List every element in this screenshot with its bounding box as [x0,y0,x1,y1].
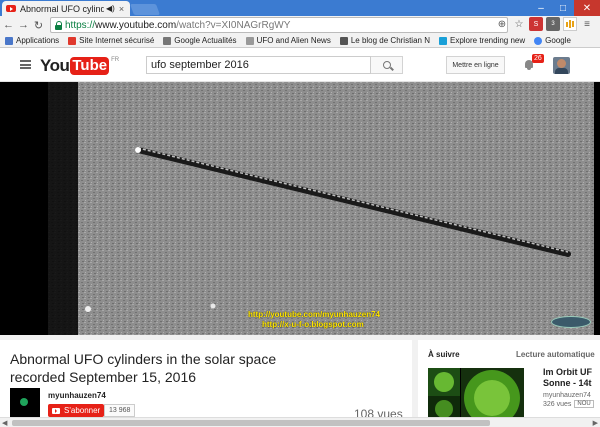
watermark-line-2: http://x-u-f-o.blogspot.com [262,320,364,329]
video-player[interactable]: http://youtube.com/myunhauzen74 http://x… [0,82,600,335]
bookmark-label: Google [545,36,571,45]
youtube-play-icon [52,407,60,414]
bookmark-google[interactable]: Google [534,36,571,45]
search-button[interactable] [371,56,403,74]
video-title: Abnormal UFO cylinders in the solar spac… [10,351,277,385]
bookmark-label: Site Internet sécurisé [79,36,155,45]
menu-icon[interactable]: ≡ [580,17,594,31]
logo-you: You [40,56,70,75]
bookmark-blog-christian[interactable]: Le blog de Christian N [339,36,430,45]
next-thumbnail-image [428,368,524,423]
new-tab-button[interactable] [129,4,161,15]
bookmarks-bar: Applications Site Internet sécurisé Goog… [0,34,600,48]
address-bar[interactable]: https:// www.youtube.com /watch?v=XI0NAG… [50,17,508,33]
bookmark-star-icon[interactable]: ☆ [512,17,526,31]
extension-red-icon[interactable]: S [529,17,543,31]
browser-toolbar: ← → ↻ https:// www.youtube.com /watch?v=… [0,16,600,34]
next-video-thumbnail[interactable] [428,368,524,423]
subscriber-count: 13 968 [104,404,136,417]
window-controls: – □ ✕ [530,0,600,16]
video-image [48,82,594,335]
url-path: /watch?v=XI0NAGrRgWY [176,19,291,31]
video-watermark: http://youtube.com/myunhauzen74 http://x… [248,310,380,330]
avatar[interactable] [553,57,570,74]
bookmark-favicon-icon [339,36,348,45]
up-next-sidebar: À suivre Lecture automatique Im Orbit UF… [418,340,600,427]
tab-close-icon[interactable]: × [119,4,124,14]
channel-watermark-logo[interactable] [551,316,591,328]
bookmark-favicon-icon [68,36,77,45]
youtube-header: You Tube FR ufo september 2016 Mettre en… [0,48,600,82]
bookmark-secure-site[interactable]: Site Internet sécurisé [68,36,154,45]
bookmark-label: UFO and Alien News [256,36,331,45]
bookmark-label: Google Actualités [174,36,237,45]
bookmark-explore-trending[interactable]: Explore trending new [438,36,526,45]
bookmark-applications[interactable]: Applications [5,36,59,45]
browser-tab-strip: Abnormal UFO cylinde ◀) × – □ ✕ [0,0,600,16]
scroll-right-arrow-icon[interactable]: ▶ [593,419,598,427]
apps-grid-icon [5,36,13,45]
reload-button[interactable]: ↻ [32,18,45,32]
bookmark-favicon-icon [245,36,254,45]
bookmark-label: Explore trending new [449,36,526,45]
autoplay-label[interactable]: Lecture automatique [516,350,595,359]
zoom-icon[interactable]: ⊕ [495,17,509,31]
maximize-button[interactable]: □ [552,0,574,16]
lock-icon [54,20,63,30]
video-frame[interactable]: http://youtube.com/myunhauzen74 http://x… [48,82,594,335]
channel-avatar[interactable] [10,388,40,418]
back-button[interactable]: ← [2,18,15,32]
bookmark-label: Applications [16,36,60,45]
close-window-button[interactable]: ✕ [574,0,600,16]
next-video-title[interactable]: Im Orbit UF Sonne - 14t [543,367,592,389]
youtube-logo[interactable]: You Tube FR [40,56,119,76]
horizontal-scrollbar[interactable]: ◀ ▶ [0,417,600,427]
extension-chart-icon[interactable] [563,17,577,31]
logo-tube: Tube [70,57,110,75]
notification-count-badge: 26 [532,54,544,63]
scrollbar-thumb[interactable] [12,420,490,426]
url-host: www.youtube.com [95,19,177,31]
bookmark-google-news[interactable]: Google Actualités [163,36,237,45]
forward-button[interactable]: → [17,18,30,32]
new-badge: NOU [574,400,594,408]
up-next-label: À suivre [428,350,460,359]
extension-icons: ⊕ ☆ S 3 ≡ [495,17,594,31]
google-icon [534,36,543,45]
upload-button[interactable]: Mettre en ligne [446,56,505,74]
bookmark-ufo-news[interactable]: UFO and Alien News [245,36,331,45]
subscribe-button[interactable]: S'abonner [48,404,104,417]
tab-title: Abnormal UFO cylinde [20,3,104,14]
next-title-line-2: Sonne - 14t [543,378,592,388]
scroll-left-arrow-icon[interactable]: ◀ [2,419,7,427]
search-icon [382,61,391,69]
subscribe-label: S'abonner [64,406,101,415]
next-video-views: 326 vues [543,400,572,408]
bookmark-label: Le blog de Christian N [350,36,430,45]
search-input[interactable]: ufo september 2016 [146,56,371,74]
minimize-button[interactable]: – [530,0,552,16]
next-title-line-1: Im Orbit UF [543,367,592,377]
next-video-channel: myunhauzen74 [543,392,591,399]
bookmark-favicon-icon [163,36,172,45]
bookmark-favicon-icon [438,36,447,45]
next-video-meta: 326 vues NOU [543,400,594,408]
url-scheme: https:// [65,19,96,31]
video-info-panel: Abnormal UFO cylinders in the solar spac… [0,340,412,427]
channel-name[interactable]: myunhauzen74 [48,391,106,400]
youtube-favicon-icon [6,5,16,12]
browser-tab[interactable]: Abnormal UFO cylinde ◀) × [2,1,130,16]
watermark-line-1: http://youtube.com/myunhauzen74 [248,310,381,319]
speaker-icon[interactable]: ◀) [106,4,115,13]
logo-region: FR [111,57,120,63]
extension-gray-icon[interactable]: 3 [546,17,560,31]
hamburger-menu-icon[interactable] [20,60,31,69]
